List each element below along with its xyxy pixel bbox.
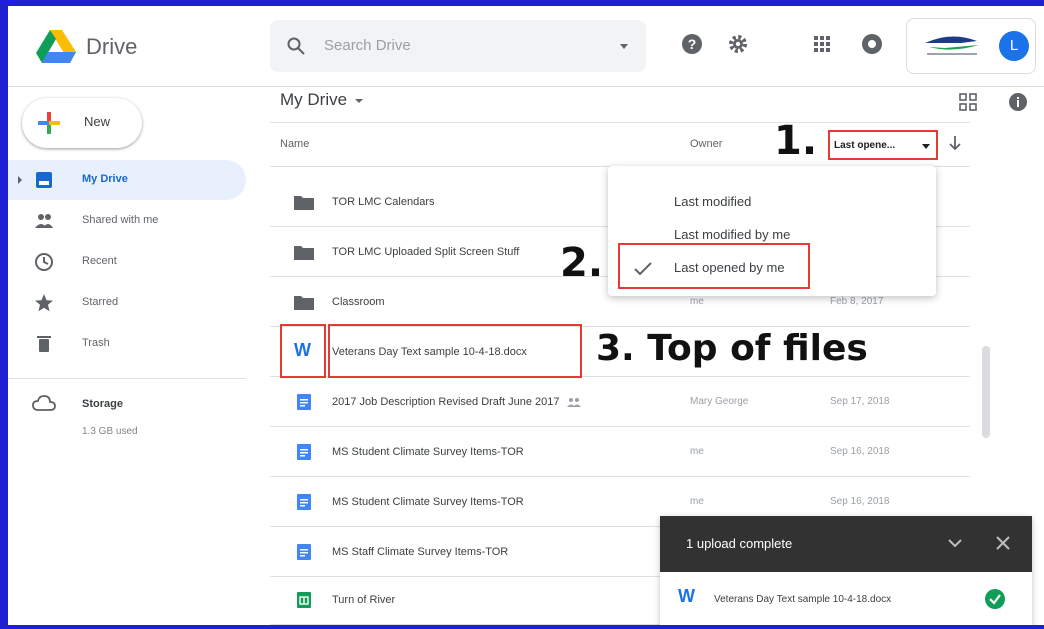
menu-item-last-modified[interactable]: Last modified: [674, 194, 751, 209]
file-date: Sep 17, 2018: [830, 396, 890, 407]
file-name-highlight: [328, 324, 582, 378]
drive-window: Drive Search Drive ? L New My Drive Shar…: [8, 6, 1044, 625]
file-row[interactable]: MS Student Climate Survey Items-TOR me S…: [270, 428, 970, 477]
file-owner: me: [690, 496, 704, 507]
file-name: TOR LMC Uploaded Split Screen Stuff: [332, 246, 520, 258]
annotation-step-2: 2.: [560, 240, 604, 286]
word-file-icon: W: [294, 340, 311, 360]
my-drive-icon: [36, 172, 52, 188]
storage-label[interactable]: Storage: [82, 398, 123, 410]
google-doc-icon: [297, 494, 311, 510]
help-icon[interactable]: ?: [680, 32, 704, 56]
expand-arrow-icon[interactable]: [18, 176, 22, 184]
file-name: TOR LMC Calendars: [332, 196, 435, 208]
page-title: My Drive: [280, 90, 348, 109]
folder-icon: [294, 296, 314, 310]
google-doc-icon: [297, 444, 311, 460]
search-bar[interactable]: Search Drive: [270, 20, 646, 72]
word-file-highlight: W: [280, 324, 326, 378]
file-name: MS Student Climate Survey Items-TOR: [332, 496, 524, 508]
upload-toast: 1 upload complete W Veterans Day Text sa…: [660, 516, 1032, 625]
sidebar-item-label: Starred: [82, 296, 119, 308]
chevron-down-icon[interactable]: [355, 98, 364, 103]
google-doc-icon: [297, 544, 311, 560]
toast-header: 1 upload complete: [660, 516, 1032, 572]
sidebar-item-label: Shared with me: [82, 214, 159, 226]
toolbar-divider: [270, 122, 970, 123]
drive-logo-icon[interactable]: [36, 30, 76, 64]
sort-direction-arrow-icon[interactable]: [948, 134, 962, 152]
new-button-label: New: [84, 114, 111, 129]
scrollbar[interactable]: [982, 346, 990, 438]
sort-dropdown-label: Last opene...: [834, 140, 896, 151]
grid-view-icon[interactable]: [958, 92, 978, 112]
new-button[interactable]: New: [22, 98, 142, 148]
menu-selection-highlight: [618, 243, 810, 289]
trash-icon: [37, 336, 51, 352]
file-name: Classroom: [332, 296, 385, 308]
google-doc-icon: [297, 394, 311, 410]
storage-used: 1.3 GB used: [82, 426, 138, 437]
column-header-name[interactable]: Name: [280, 138, 309, 150]
chevron-down-icon[interactable]: [948, 538, 962, 548]
sidebar-item-shared-with-me[interactable]: Shared with me: [8, 201, 246, 241]
file-owner: Mary George: [690, 396, 749, 407]
toast-title: 1 upload complete: [686, 536, 793, 551]
sidebar-item-label: My Drive: [82, 173, 128, 185]
file-name: MS Student Climate Survey Items-TOR: [332, 446, 524, 458]
sort-dropdown[interactable]: Last opene...: [828, 130, 938, 160]
folder-icon: [294, 196, 314, 210]
svg-text:?: ?: [688, 36, 697, 52]
file-name: 2017 Job Description Revised Draft June …: [332, 396, 582, 408]
chevron-down-icon: [922, 144, 930, 149]
file-date: Sep 16, 2018: [830, 446, 890, 457]
uploaded-file-name: Veterans Day Text sample 10-4-18.docx: [714, 594, 892, 605]
annotation-step-3: 3. Top of files: [596, 328, 868, 369]
plus-icon: [38, 112, 60, 134]
settings-gear-icon[interactable]: [726, 32, 750, 56]
star-icon: [35, 294, 53, 312]
word-file-icon: W: [678, 586, 695, 606]
people-icon: [35, 214, 53, 228]
cloud-icon: [32, 395, 56, 411]
header-divider: [8, 86, 1044, 87]
sidebar-item-starred[interactable]: Starred: [8, 283, 246, 323]
sidebar-item-trash[interactable]: Trash: [8, 324, 246, 364]
shared-people-icon: [567, 398, 582, 408]
file-name: Turn of River: [332, 594, 396, 606]
search-input[interactable]: Search Drive: [324, 37, 411, 54]
close-icon[interactable]: [996, 536, 1010, 550]
search-icon[interactable]: [286, 36, 306, 56]
file-name-text: 2017 Job Description Revised Draft June …: [332, 396, 560, 408]
app-title: Drive: [86, 34, 138, 59]
google-sheet-icon: [297, 592, 311, 608]
file-date: Feb 8, 2017: [830, 296, 884, 307]
file-date: Sep 16, 2018: [830, 496, 890, 507]
annotation-step-1: 1.: [774, 118, 818, 164]
sidebar-item-label: Trash: [82, 337, 110, 349]
file-owner: me: [690, 296, 704, 307]
column-header-owner[interactable]: Owner: [690, 138, 722, 150]
file-name: MS Staff Climate Survey Items-TOR: [332, 546, 509, 558]
notifications-icon[interactable]: [860, 32, 884, 56]
avatar[interactable]: L: [999, 31, 1029, 61]
breadcrumb[interactable]: My Drive: [280, 90, 364, 110]
account-switcher[interactable]: L: [906, 18, 1036, 74]
search-options-icon[interactable]: [620, 44, 628, 49]
apps-grid-icon[interactable]: [810, 32, 834, 56]
sidebar-divider: [8, 378, 246, 379]
sidebar-item-my-drive[interactable]: My Drive: [8, 160, 246, 200]
check-circle-icon: [985, 589, 1005, 609]
organization-logo: [925, 36, 979, 55]
info-icon[interactable]: [1008, 92, 1028, 112]
sidebar-item-recent[interactable]: Recent: [8, 242, 246, 282]
toast-file-row[interactable]: W Veterans Day Text sample 10-4-18.docx: [660, 572, 1032, 625]
file-row[interactable]: 2017 Job Description Revised Draft June …: [270, 378, 970, 427]
folder-icon: [294, 246, 314, 260]
clock-icon: [35, 253, 53, 271]
sidebar-item-label: Recent: [82, 255, 117, 267]
menu-item-last-modified-by-me[interactable]: Last modified by me: [674, 227, 790, 242]
file-owner: me: [690, 446, 704, 457]
